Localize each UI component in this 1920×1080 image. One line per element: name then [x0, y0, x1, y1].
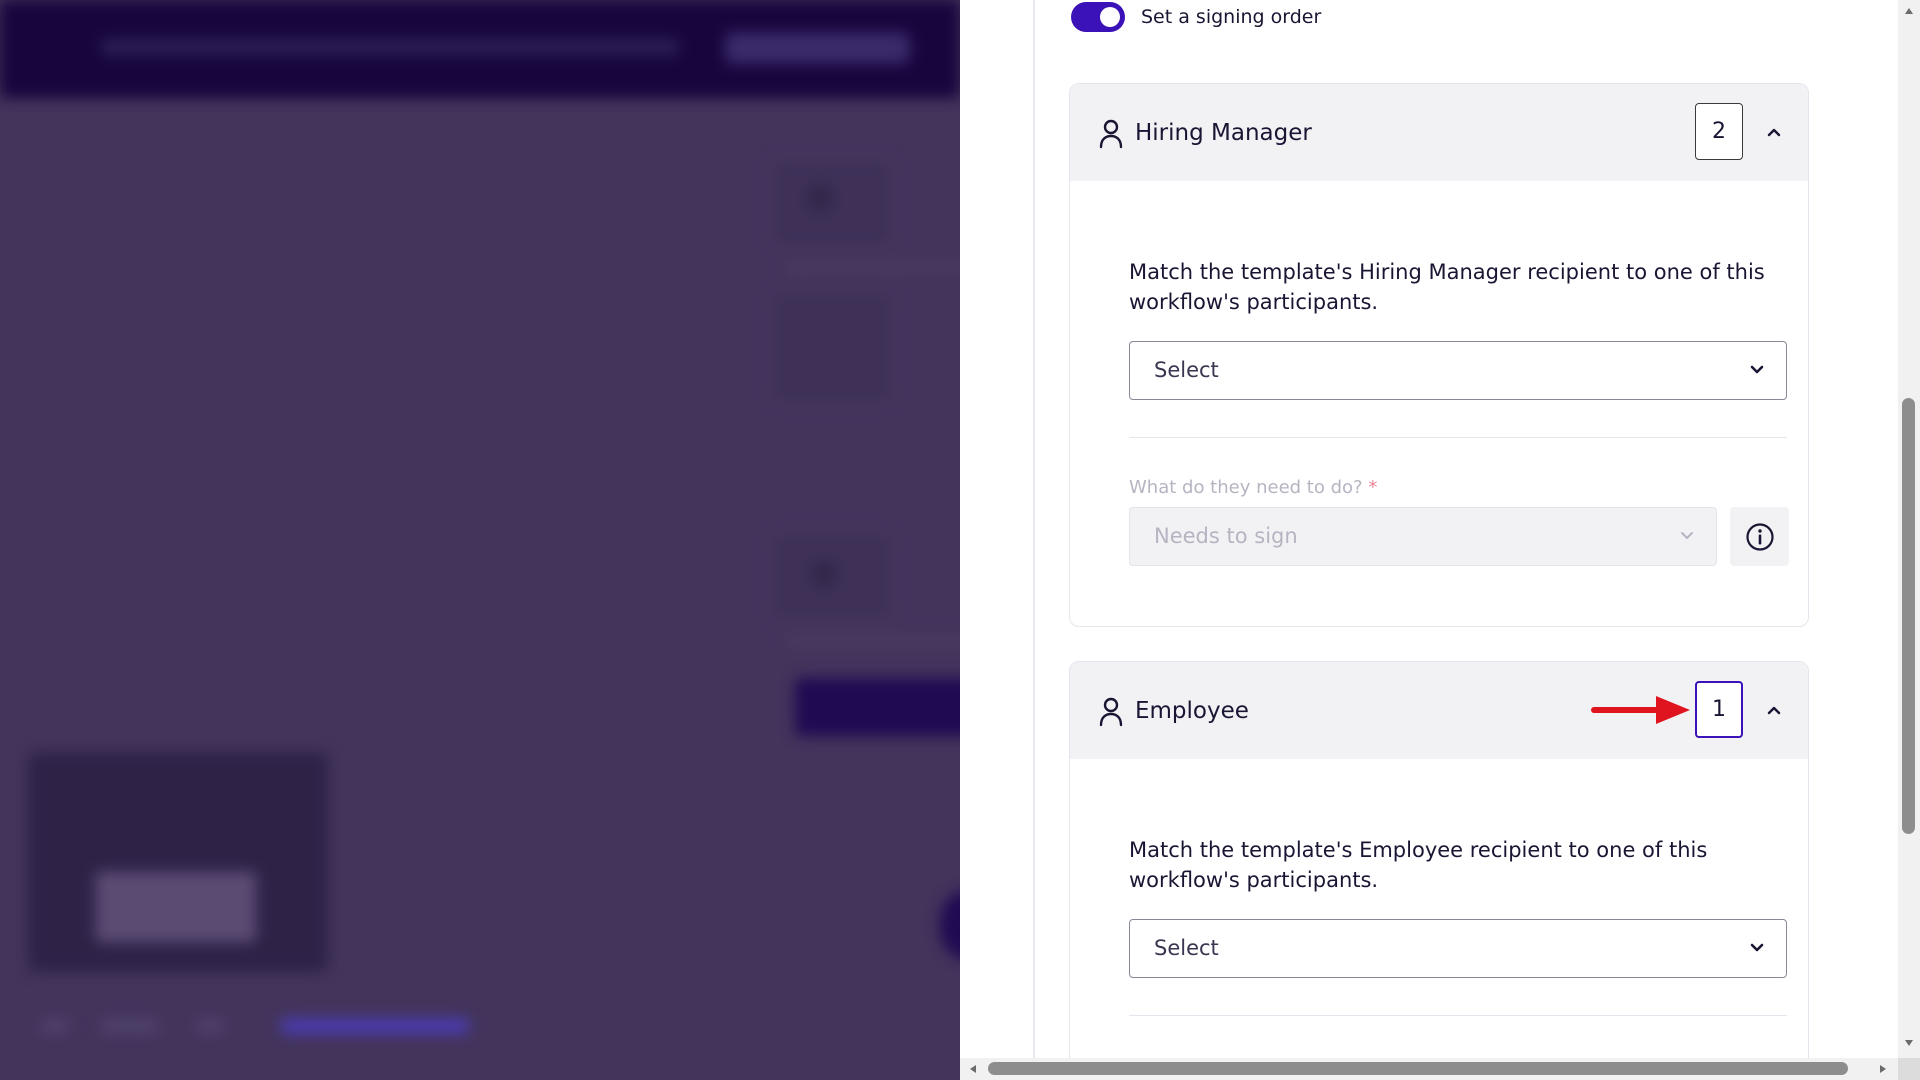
red-arrow-annotation — [1591, 696, 1690, 724]
signing-order-number-input[interactable]: 2 — [1695, 103, 1743, 160]
background-top-bar — [0, 0, 960, 98]
info-icon — [1745, 522, 1774, 551]
recipient-role-title: Employee — [1135, 697, 1249, 724]
signing-order-toggle[interactable] — [1071, 2, 1125, 32]
participant-select[interactable]: Select — [1129, 919, 1787, 978]
recipient-card-header[interactable]: Employee 1 — [1070, 662, 1808, 759]
person-icon — [1099, 119, 1123, 149]
background-button — [795, 678, 960, 736]
participant-select-value: Select — [1154, 358, 1219, 382]
vertical-scrollbar-thumb[interactable] — [1902, 398, 1915, 834]
collapse-button[interactable] — [1754, 112, 1794, 152]
panel-left-rule — [1033, 0, 1035, 1058]
scroll-right-arrow-icon[interactable] — [1878, 1064, 1888, 1074]
action-select-disabled: Needs to sign — [1129, 507, 1717, 566]
signing-order-label: Set a signing order — [1141, 6, 1322, 28]
section-divider — [1129, 437, 1787, 438]
collapse-button[interactable] — [1754, 690, 1794, 730]
signing-order-number-input[interactable]: 1 — [1695, 681, 1743, 738]
background-footer-item — [100, 1018, 160, 1034]
recipient-card-employee: Employee 1 Match the template's Employee… — [1069, 661, 1809, 1080]
background-dot — [810, 560, 838, 588]
recipient-mapping-panel: Set a signing order Hiring Manager 2 Mat… — [960, 0, 1920, 1080]
action-field-label: What do they need to do? * — [1129, 477, 1377, 498]
chevron-down-icon — [1681, 532, 1693, 539]
scroll-left-arrow-icon[interactable] — [968, 1064, 978, 1074]
action-select-value: Needs to sign — [1154, 524, 1298, 548]
recipient-card-header[interactable]: Hiring Manager 2 — [1070, 84, 1808, 181]
chevron-down-icon — [1750, 943, 1764, 952]
toggle-knob — [1100, 7, 1120, 27]
match-instruction-text: Match the template's Hiring Manager reci… — [1129, 260, 1765, 314]
blurred-background-content — [0, 0, 960, 1080]
scroll-down-arrow-icon[interactable] — [1904, 1038, 1914, 1048]
scrollbar-corner — [1898, 1058, 1920, 1080]
background-round-button — [940, 890, 960, 960]
background-dot — [806, 184, 834, 212]
chevron-up-icon — [1767, 128, 1781, 137]
participant-select[interactable]: Select — [1129, 341, 1787, 400]
background-footer-link — [280, 1018, 470, 1034]
horizontal-scrollbar-thumb[interactable] — [988, 1062, 1848, 1075]
participant-select-value: Select — [1154, 936, 1219, 960]
recipient-role-title: Hiring Manager — [1135, 119, 1312, 146]
background-footer-item — [40, 1018, 70, 1034]
background-thumbnail — [28, 752, 328, 972]
scroll-up-arrow-icon[interactable] — [1904, 6, 1914, 16]
background-line — [785, 262, 960, 272]
signing-order-row: Set a signing order — [1071, 2, 1321, 32]
background-line — [785, 636, 960, 646]
background-bar-text — [100, 38, 680, 56]
action-info-button[interactable] — [1730, 507, 1789, 566]
recipient-card-hiring-manager: Hiring Manager 2 Match the template's Hi… — [1069, 83, 1809, 627]
background-card — [770, 290, 894, 404]
background-thumbnail-inner — [96, 872, 256, 942]
match-instruction-text: Match the template's Employee recipient … — [1129, 838, 1708, 892]
section-divider — [1129, 1015, 1787, 1016]
person-icon — [1099, 697, 1123, 727]
background-footer-item — [195, 1018, 225, 1034]
chevron-up-icon — [1767, 706, 1781, 715]
action-field-label-text: What do they need to do? — [1129, 477, 1363, 498]
background-bar-button — [725, 32, 910, 64]
background-app-overlay — [0, 0, 960, 1080]
required-marker: * — [1368, 477, 1378, 498]
chevron-down-icon — [1750, 365, 1764, 374]
